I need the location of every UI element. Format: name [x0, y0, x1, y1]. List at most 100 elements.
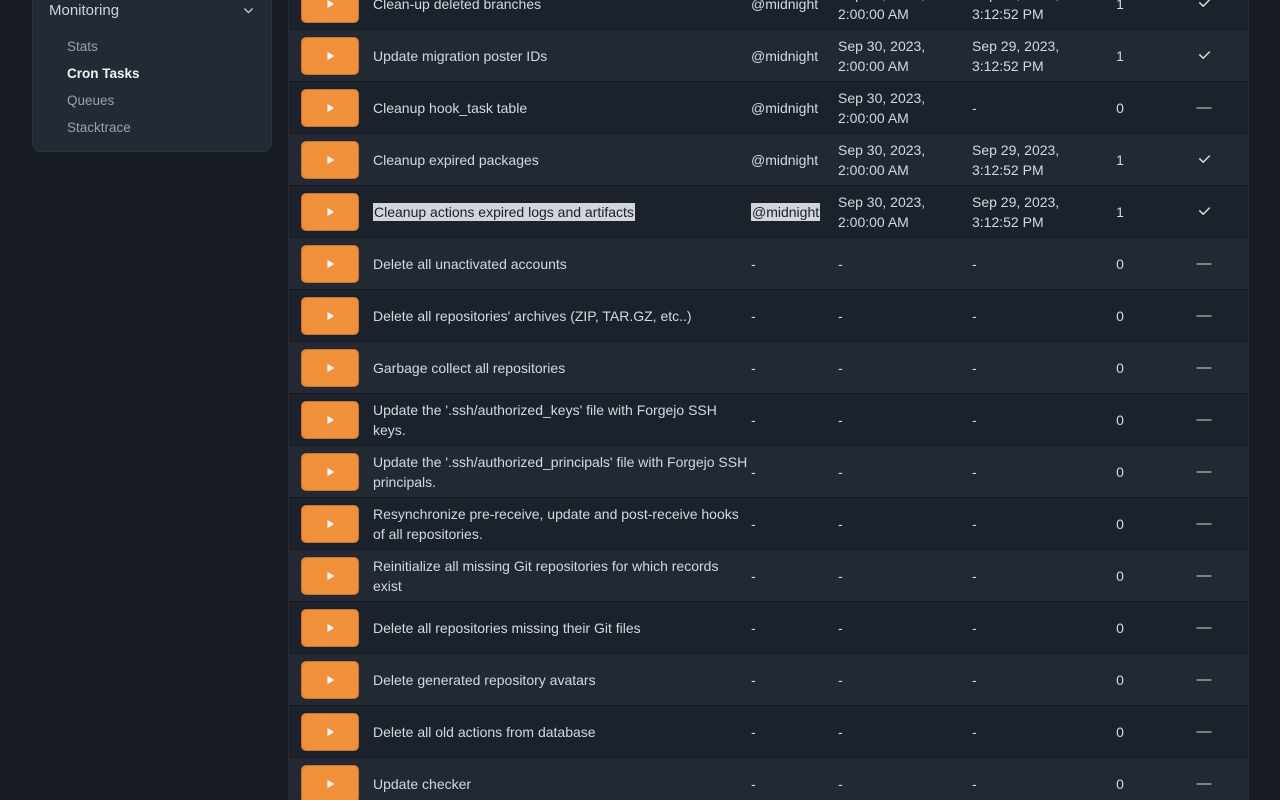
monitoring-section-header[interactable]: Monitoring — [49, 0, 255, 23]
task-next-run: - — [838, 360, 843, 376]
check-icon — [1197, 0, 1212, 11]
run-task-button[interactable] — [301, 401, 359, 439]
task-last-run-cell: Sep 29, 2023, 3:12:52 PM — [972, 36, 1080, 76]
task-name: Delete all unactivated accounts — [373, 256, 567, 272]
task-name: Update the '.ssh/authorized_principals' … — [373, 454, 747, 490]
task-next-run: - — [838, 620, 843, 636]
task-executions-cell: 0 — [1080, 410, 1160, 430]
sidebar-item-cron-tasks[interactable]: Cron Tasks — [49, 60, 255, 87]
task-last-run-cell: - — [972, 722, 1080, 742]
sidebar-item-stats[interactable]: Stats — [49, 33, 255, 60]
run-task-cell — [289, 557, 373, 595]
task-executions: 1 — [1116, 0, 1124, 12]
run-task-button[interactable] — [301, 505, 359, 543]
table-row: Update checker - - - 0 — — [289, 758, 1248, 800]
task-name-cell: Update migration poster IDs — [373, 46, 751, 66]
task-schedule: - — [751, 620, 756, 636]
run-task-button[interactable] — [301, 349, 359, 387]
selected-text: @midnight — [751, 203, 820, 221]
task-next-run-cell: - — [838, 722, 972, 742]
task-executions: 0 — [1116, 724, 1124, 740]
run-task-cell — [289, 37, 373, 75]
play-icon — [326, 363, 335, 373]
task-next-run-cell: - — [838, 618, 972, 638]
task-next-run-cell: - — [838, 462, 972, 482]
task-status-cell: — — [1160, 514, 1248, 534]
task-executions: 0 — [1116, 100, 1124, 116]
task-executions-cell: 0 — [1080, 618, 1160, 638]
task-name-cell: Update the '.ssh/authorized_keys' file w… — [373, 400, 751, 440]
task-next-run-cell: Sep 30, 2023, 2:00:00 AM — [838, 88, 972, 128]
run-task-button[interactable] — [301, 193, 359, 231]
task-name: Resynchronize pre-receive, update and po… — [373, 506, 739, 542]
no-status-dash: — — [1197, 566, 1212, 586]
task-schedule: - — [751, 464, 756, 480]
task-schedule: @midnight — [751, 100, 818, 116]
task-name: Delete all old actions from database — [373, 724, 596, 740]
play-icon — [326, 155, 335, 165]
run-task-button[interactable] — [301, 661, 359, 699]
task-next-run: Sep 30, 2023, 2:00:00 AM — [838, 194, 925, 230]
task-last-run: Sep 29, 2023, 3:12:52 PM — [972, 194, 1059, 230]
task-executions: 0 — [1116, 620, 1124, 636]
task-executions-cell: 1 — [1080, 202, 1160, 222]
task-next-run-cell: Sep 30, 2023, 2:00:00 AM — [838, 192, 972, 232]
task-last-run-cell: - — [972, 98, 1080, 118]
table-row: Delete all unactivated accounts - - - 0 … — [289, 238, 1248, 290]
task-status-cell: — — [1160, 618, 1248, 638]
task-next-run-cell: - — [838, 254, 972, 274]
task-executions-cell: 0 — [1080, 566, 1160, 586]
play-icon — [326, 571, 335, 581]
run-task-button[interactable] — [301, 141, 359, 179]
task-executions-cell: 1 — [1080, 46, 1160, 66]
task-schedule: - — [751, 360, 756, 376]
task-next-run: - — [838, 256, 843, 272]
run-task-button[interactable] — [301, 557, 359, 595]
no-status-dash: — — [1197, 98, 1212, 118]
run-task-cell — [289, 661, 373, 699]
admin-sidebar: Monitoring StatsCron TasksQueuesStacktra… — [32, 0, 272, 152]
task-next-run: - — [838, 776, 843, 792]
task-schedule-cell: @midnight — [751, 202, 838, 222]
task-executions-cell: 0 — [1080, 254, 1160, 274]
no-status-dash: — — [1197, 410, 1212, 430]
run-task-button[interactable] — [301, 89, 359, 127]
task-schedule: - — [751, 412, 756, 428]
run-task-button[interactable] — [301, 0, 359, 23]
task-next-run-cell: Sep 30, 2023, 2:00:00 AM — [838, 36, 972, 76]
run-task-button[interactable] — [301, 713, 359, 751]
task-schedule-cell: - — [751, 254, 838, 274]
task-status-cell — [1160, 204, 1248, 219]
task-status-cell: — — [1160, 670, 1248, 690]
run-task-button[interactable] — [301, 245, 359, 283]
task-schedule: - — [751, 672, 756, 688]
play-icon — [326, 259, 335, 269]
task-name-cell: Clean-up deleted branches — [373, 0, 751, 14]
task-executions: 0 — [1116, 256, 1124, 272]
sidebar-item-stacktrace[interactable]: Stacktrace — [49, 114, 255, 141]
play-icon — [326, 519, 335, 529]
table-row: Cleanup hook_task table @midnight Sep 30… — [289, 82, 1248, 134]
task-name-cell: Cleanup actions expired logs and artifac… — [373, 202, 751, 222]
run-task-button[interactable] — [301, 297, 359, 335]
task-name-cell: Delete all old actions from database — [373, 722, 751, 742]
sidebar-item-queues[interactable]: Queues — [49, 87, 255, 114]
task-schedule-cell: - — [751, 306, 838, 326]
task-name: Delete generated repository avatars — [373, 672, 596, 688]
run-task-button[interactable] — [301, 765, 359, 800]
task-last-run: - — [972, 568, 977, 584]
task-schedule-cell: @midnight — [751, 0, 838, 14]
task-name-cell: Delete all unactivated accounts — [373, 254, 751, 274]
run-task-cell — [289, 453, 373, 491]
play-icon — [326, 51, 335, 61]
run-task-button[interactable] — [301, 37, 359, 75]
task-name: Clean-up deleted branches — [373, 0, 541, 12]
task-last-run: - — [972, 412, 977, 428]
task-executions: 0 — [1116, 464, 1124, 480]
chevron-down-icon[interactable] — [241, 3, 255, 17]
task-executions-cell: 0 — [1080, 514, 1160, 534]
run-task-button[interactable] — [301, 453, 359, 491]
task-next-run-cell: - — [838, 566, 972, 586]
task-schedule: - — [751, 724, 756, 740]
run-task-button[interactable] — [301, 609, 359, 647]
